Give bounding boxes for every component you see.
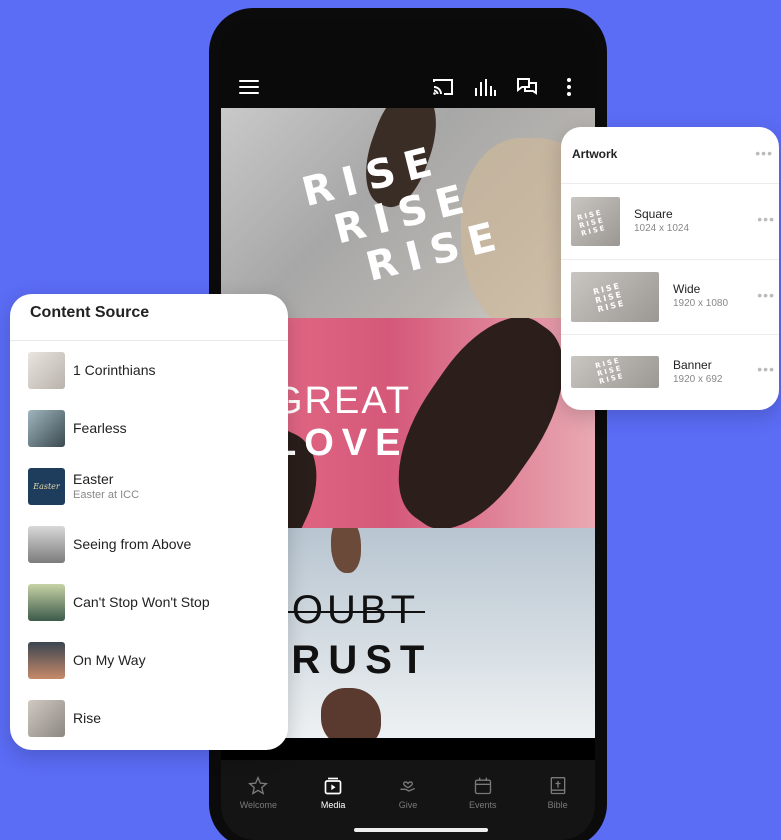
divider bbox=[561, 334, 779, 335]
wide-artwork-thumbnail: RISE RISE RISE bbox=[571, 272, 659, 322]
hand-image-top bbox=[331, 528, 361, 573]
thumbnail-image bbox=[28, 351, 65, 389]
bible-icon bbox=[550, 777, 565, 795]
content-source-item-fearless[interactable]: Fearless bbox=[28, 408, 278, 448]
home-indicator[interactable] bbox=[354, 828, 488, 832]
artwork-row-banner[interactable]: RISE RISE RISE Banner 1920 x 692 ••• bbox=[571, 353, 774, 389]
divider bbox=[561, 259, 779, 260]
hamburger-menu-icon[interactable] bbox=[239, 80, 259, 94]
content-source-item-rise[interactable]: Rise bbox=[28, 698, 278, 738]
thumbnail-image bbox=[28, 409, 65, 447]
divider bbox=[561, 183, 779, 184]
love-title: LOVE bbox=[273, 422, 409, 464]
media-icon bbox=[324, 777, 342, 795]
thumbnail-image bbox=[28, 525, 65, 563]
thumbnail-image bbox=[28, 583, 65, 621]
content-source-item-cant-stop[interactable]: Can't Stop Won't Stop bbox=[28, 582, 278, 622]
more-horizontal-icon[interactable]: ••• bbox=[757, 361, 775, 377]
cast-icon[interactable] bbox=[431, 76, 455, 98]
great-title: GREAT bbox=[273, 380, 412, 422]
thumbnail-rise-text: RISE RISE RISE bbox=[576, 208, 608, 238]
thumbnail-rise-text: RISE RISE RISE bbox=[594, 356, 626, 386]
content-source-card: Content Source 1 Corinthians Fearless Ea… bbox=[10, 294, 288, 750]
more-vertical-icon[interactable] bbox=[557, 76, 581, 98]
app-top-bar bbox=[221, 20, 595, 108]
star-icon bbox=[248, 776, 269, 795]
content-source-item-on-my-way[interactable]: On My Way bbox=[28, 640, 278, 680]
content-source-item-easter[interactable]: Easter Easter Easter at ICC bbox=[28, 466, 278, 506]
square-artwork-thumbnail: RISE RISE RISE bbox=[571, 197, 620, 246]
content-source-title: Content Source bbox=[30, 304, 150, 321]
hand-image-bottom bbox=[321, 688, 381, 738]
tab-bible[interactable]: Bible bbox=[523, 776, 593, 840]
thumbnail-image bbox=[28, 641, 65, 679]
content-source-item-1-corinthians[interactable]: 1 Corinthians bbox=[28, 350, 278, 390]
calendar-icon bbox=[474, 777, 491, 795]
content-source-item-seeing-from-above[interactable]: Seeing from Above bbox=[28, 524, 278, 564]
artwork-title: Artwork bbox=[572, 147, 618, 161]
media-tile-rise[interactable]: RISE RISE RISE bbox=[221, 108, 595, 318]
more-horizontal-icon[interactable]: ••• bbox=[755, 145, 773, 161]
more-horizontal-icon[interactable]: ••• bbox=[757, 287, 775, 303]
tab-welcome[interactable]: Welcome bbox=[223, 776, 293, 840]
give-icon bbox=[400, 781, 415, 792]
divider bbox=[10, 340, 288, 341]
chat-icon[interactable] bbox=[515, 76, 539, 98]
thumbnail-image bbox=[28, 699, 65, 737]
audio-bars-icon[interactable] bbox=[473, 76, 497, 98]
artwork-card: Artwork ••• RISE RISE RISE Square 1024 x 1… bbox=[561, 127, 779, 410]
banner-artwork-thumbnail: RISE RISE RISE bbox=[571, 356, 659, 388]
thumbnail-image: Easter bbox=[28, 467, 65, 505]
artwork-row-wide[interactable]: RISE RISE RISE Wide 1920 x 1080 ••• bbox=[571, 271, 774, 323]
more-horizontal-icon[interactable]: ••• bbox=[757, 211, 775, 227]
thumbnail-rise-text: RISE RISE RISE bbox=[592, 280, 627, 315]
artwork-row-square[interactable]: RISE RISE RISE Square 1024 x 1024 ••• bbox=[571, 195, 774, 247]
